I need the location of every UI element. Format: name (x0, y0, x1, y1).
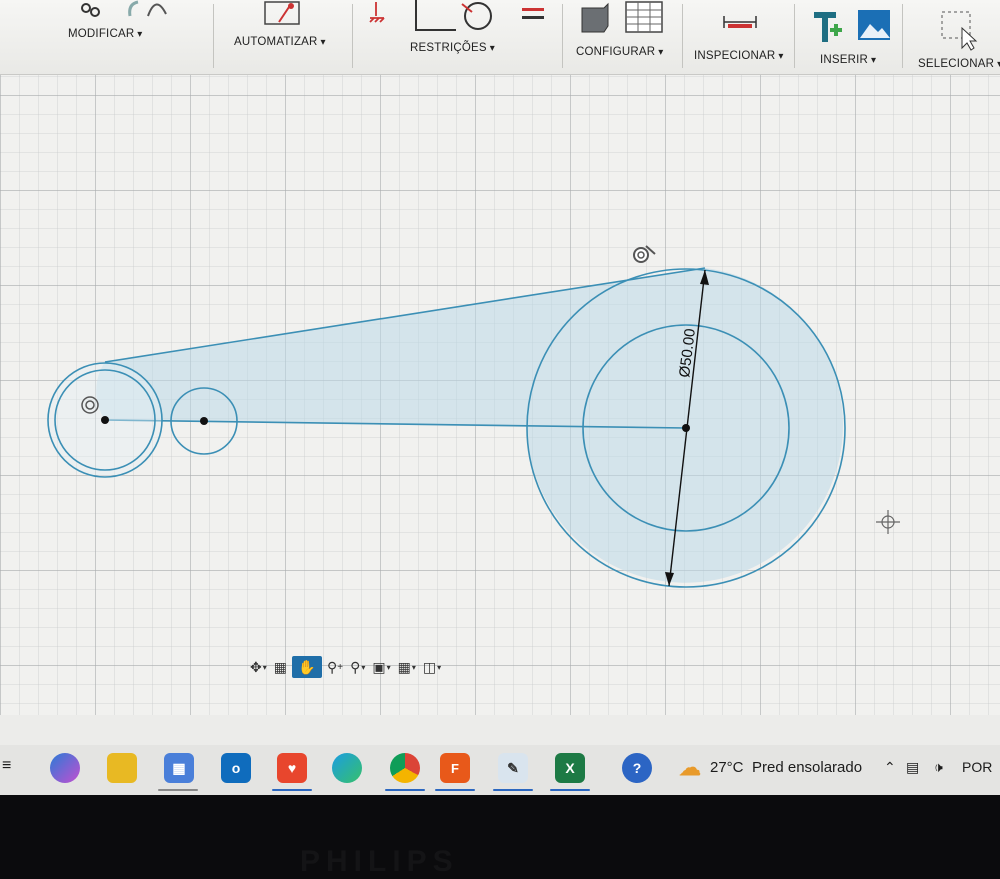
monitor-brand: PHILIPS (300, 845, 459, 878)
zoom-window-icon[interactable]: ⚲ ▾ (348, 656, 367, 678)
automate-icon[interactable] (261, 0, 309, 30)
monitor-screen: MODIFICAR AUTOMATIZAR RESTRIÇÕES (0, 0, 1000, 745)
outlook-icon[interactable]: o (221, 753, 251, 783)
configurar-group[interactable]: CONFIGURAR (568, 0, 678, 74)
left-center-point[interactable] (101, 416, 109, 424)
show-hidden-icons-icon[interactable]: ⌃ (884, 759, 896, 776)
restricoes-group[interactable]: RESTRIÇÕES (360, 0, 560, 74)
fusion-icon[interactable]: F (440, 753, 470, 783)
pan-icon[interactable]: ✋ (291, 656, 322, 678)
inspecionar-group[interactable]: INSPECIONAR (690, 0, 790, 74)
microsoft-store-icon[interactable]: ▦ (164, 753, 194, 783)
file-explorer-icon[interactable] (107, 753, 137, 783)
copilot-icon[interactable] (50, 753, 80, 783)
middle-center-point[interactable] (200, 417, 208, 425)
volume-icon[interactable]: 🕩 (934, 759, 943, 776)
sketch-canvas[interactable]: Ø50.00 (0, 75, 1000, 715)
modificar-label: MODIFICAR (68, 28, 143, 40)
network-icon[interactable]: ▤ (906, 759, 919, 776)
zoom-icon[interactable]: ⚲ + (325, 656, 345, 678)
automatizar-group[interactable]: AUTOMATIZAR (225, 0, 345, 74)
navigation-bar: ✥ ▾ ▦ ✋ ⚲ + ⚲ ▾ ▣ ▾ ▦ ▾ ◫ ▾ (248, 654, 443, 680)
select-window-icon[interactable] (940, 10, 980, 52)
display-settings-icon[interactable]: ▣ ▾ (370, 656, 392, 678)
ribbon-toolbar: MODIFICAR AUTOMATIZAR RESTRIÇÕES (0, 0, 1000, 75)
sketch-svg[interactable]: Ø50.00 (0, 75, 1000, 715)
measure-icon[interactable] (720, 12, 760, 32)
modificar-group[interactable]: MODIFICAR (60, 0, 180, 74)
constraint-icons[interactable] (366, 0, 556, 34)
brave-icon[interactable]: ♥ (277, 753, 307, 783)
automatizar-label: AUTOMATIZAR (234, 36, 326, 48)
restricoes-label: RESTRIÇÕES (410, 42, 495, 54)
monitor-bezel: PHILIPS (0, 795, 1000, 878)
orbit-icon[interactable]: ✥ ▾ (248, 656, 269, 678)
weather-condition[interactable]: Pred ensolarado (752, 759, 862, 776)
task-view-icon[interactable]: ≡ (2, 757, 11, 775)
chrome-icon[interactable] (390, 753, 420, 783)
selecionar-group[interactable]: SELECIONAR (910, 0, 1000, 74)
scissors-icon[interactable] (78, 0, 168, 22)
edge-icon[interactable] (332, 753, 362, 783)
language-indicator[interactable]: POR (962, 759, 992, 775)
inspecionar-label: INSPECIONAR (694, 50, 784, 62)
selecionar-label: SELECIONAR (918, 58, 1000, 70)
configure-icons[interactable] (578, 0, 668, 38)
windows-taskbar: ≡ ▦ o ♥ F ✎ X ? ☁ 27°C Pred ensolarado ⌃… (0, 745, 1000, 795)
configurar-label: CONFIGURAR (576, 46, 664, 58)
inserir-group[interactable]: INSERIR (800, 0, 900, 74)
grid-settings-icon[interactable]: ▦ ▾ (396, 656, 418, 678)
weather-temperature[interactable]: 27°C (710, 759, 744, 776)
look-at-icon[interactable]: ▦ (272, 656, 289, 678)
viewports-icon[interactable]: ◫ ▾ (421, 656, 443, 678)
weather-icon[interactable]: ☁ (675, 753, 705, 783)
inserir-label: INSERIR (820, 54, 876, 66)
insert-icons[interactable] (812, 10, 892, 46)
paint-icon[interactable]: ✎ (498, 753, 528, 783)
help-icon[interactable]: ? (622, 753, 652, 783)
excel-icon[interactable]: X (555, 753, 585, 783)
